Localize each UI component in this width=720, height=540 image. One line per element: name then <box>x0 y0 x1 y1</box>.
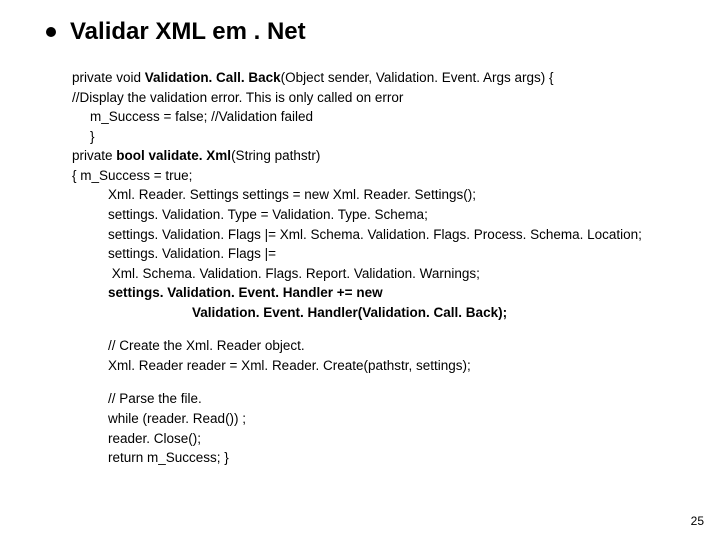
code-block-2: // Create the Xml. Reader object. Xml. R… <box>72 336 674 375</box>
bullet-icon <box>46 27 56 37</box>
code-line: m_Success = false; //Validation failed <box>72 107 674 127</box>
code-line: return m_Success; } <box>72 448 674 468</box>
code-line: } <box>72 127 674 147</box>
code-line: private bool validate. Xml(String pathst… <box>72 146 674 166</box>
code-line: settings. Validation. Flags |= <box>72 244 674 264</box>
code-line: // Parse the file. <box>72 389 674 409</box>
code-line: private void Validation. Call. Back(Obje… <box>72 68 674 88</box>
code-block-1: private void Validation. Call. Back(Obje… <box>72 68 674 322</box>
code-line: settings. Validation. Flags |= Xml. Sche… <box>72 225 674 245</box>
page-title: Validar XML em . Net <box>70 18 306 46</box>
code-line: settings. Validation. Type = Validation.… <box>72 205 674 225</box>
code-line: Validation. Event. Handler(Validation. C… <box>72 303 674 323</box>
code-line: { m_Success = true; <box>72 166 674 186</box>
code-line: while (reader. Read()) ; <box>72 409 674 429</box>
code-line: Xml. Reader. Settings settings = new Xml… <box>72 185 674 205</box>
code-line: Xml. Schema. Validation. Flags. Report. … <box>72 264 674 284</box>
page-number: 25 <box>691 514 704 528</box>
code-line: // Create the Xml. Reader object. <box>72 336 674 356</box>
code-line: //Display the validation error. This is … <box>72 88 674 108</box>
code-line: Xml. Reader reader = Xml. Reader. Create… <box>72 356 674 376</box>
title-row: Validar XML em . Net <box>46 18 674 46</box>
code-line: settings. Validation. Event. Handler += … <box>72 283 674 303</box>
code-block-3: // Parse the file. while (reader. Read()… <box>72 389 674 467</box>
code-line: reader. Close(); <box>72 429 674 449</box>
